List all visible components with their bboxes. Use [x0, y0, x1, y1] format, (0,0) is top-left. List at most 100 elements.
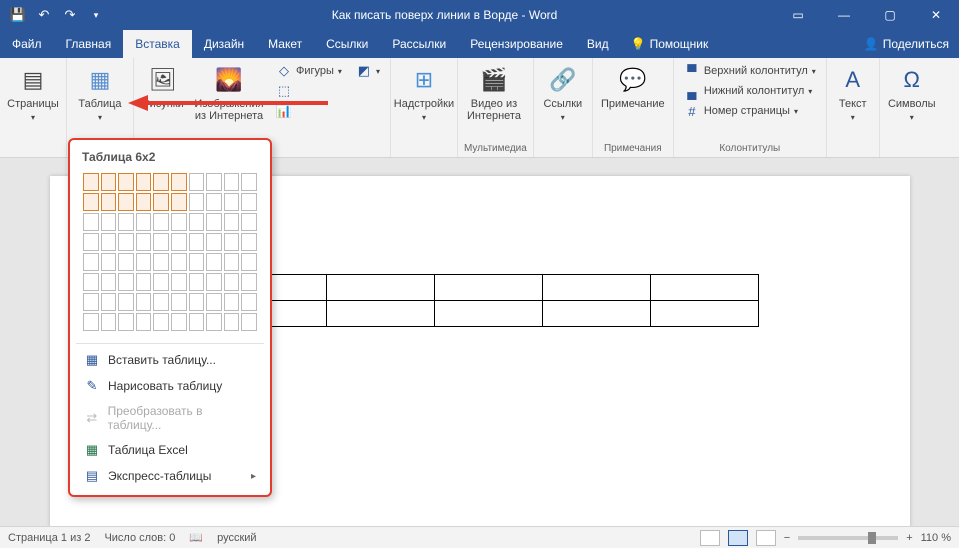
tab-file[interactable]: Файл [0, 30, 54, 58]
grid-cell[interactable] [189, 313, 205, 331]
grid-cell[interactable] [189, 273, 205, 291]
grid-cell[interactable] [118, 173, 134, 191]
grid-cell[interactable] [118, 213, 134, 231]
grid-cell[interactable] [118, 273, 134, 291]
grid-cell[interactable] [206, 313, 222, 331]
grid-cell[interactable] [83, 273, 99, 291]
links-button[interactable]: 🔗 Ссылки ▾ [538, 60, 588, 157]
grid-cell[interactable] [83, 173, 99, 191]
grid-cell[interactable] [136, 233, 152, 251]
minimize-icon[interactable]: — [821, 0, 867, 30]
language-indicator[interactable]: русский [217, 532, 256, 544]
grid-cell[interactable] [153, 193, 169, 211]
grid-cell[interactable] [118, 233, 134, 251]
grid-cell[interactable] [83, 253, 99, 271]
save-icon[interactable]: 💾 [6, 3, 30, 27]
ribbon-options-icon[interactable]: ▭ [775, 0, 821, 30]
footer-button[interactable]: ▄Нижний колонтитул▾ [682, 82, 818, 100]
grid-cell[interactable] [224, 313, 240, 331]
tell-me[interactable]: 💡 Помощник [621, 30, 719, 58]
grid-cell[interactable] [241, 233, 257, 251]
view-print-button[interactable] [728, 530, 748, 546]
grid-cell[interactable] [101, 293, 117, 311]
grid-cell[interactable] [241, 253, 257, 271]
grid-cell[interactable] [136, 213, 152, 231]
grid-cell[interactable] [136, 293, 152, 311]
grid-cell[interactable] [83, 193, 99, 211]
grid-cell[interactable] [171, 293, 187, 311]
tab-mailings[interactable]: Рассылки [380, 30, 458, 58]
grid-cell[interactable] [101, 193, 117, 211]
grid-cell[interactable] [206, 293, 222, 311]
draw-table-item[interactable]: ✎ Нарисовать таблицу [76, 373, 264, 399]
grid-cell[interactable] [224, 213, 240, 231]
smartart-button[interactable]: ⬚ [274, 82, 344, 100]
grid-cell[interactable] [153, 313, 169, 331]
zoom-slider[interactable] [798, 536, 898, 540]
online-video-button[interactable]: 🎬 Видео из Интернета [462, 60, 526, 141]
header-button[interactable]: ▀Верхний колонтитул▾ [682, 62, 818, 80]
grid-cell[interactable] [136, 273, 152, 291]
grid-cell[interactable] [189, 173, 205, 191]
grid-cell[interactable] [224, 293, 240, 311]
grid-cell[interactable] [101, 173, 117, 191]
share-button[interactable]: 👤 Поделиться [854, 30, 959, 58]
grid-cell[interactable] [189, 213, 205, 231]
tab-home[interactable]: Главная [54, 30, 124, 58]
grid-cell[interactable] [153, 293, 169, 311]
grid-cell[interactable] [224, 273, 240, 291]
grid-cell[interactable] [83, 313, 99, 331]
grid-cell[interactable] [171, 313, 187, 331]
grid-cell[interactable] [206, 193, 222, 211]
grid-cell[interactable] [224, 193, 240, 211]
grid-cell[interactable] [206, 173, 222, 191]
grid-cell[interactable] [118, 293, 134, 311]
tab-references[interactable]: Ссылки [314, 30, 380, 58]
grid-cell[interactable] [189, 193, 205, 211]
redo-icon[interactable]: ↷ [58, 3, 82, 27]
quick-tables-item[interactable]: ▤ Экспресс-таблицы ▸ [76, 463, 264, 489]
grid-cell[interactable] [171, 273, 187, 291]
close-icon[interactable]: ✕ [913, 0, 959, 30]
pagenum-button[interactable]: #Номер страницы▾ [682, 102, 818, 120]
tab-view[interactable]: Вид [575, 30, 621, 58]
tab-design[interactable]: Дизайн [192, 30, 256, 58]
grid-cell[interactable] [189, 253, 205, 271]
pages-button[interactable]: ▤ Страницы ▾ [4, 60, 62, 157]
zoom-out-icon[interactable]: − [784, 532, 790, 544]
tab-insert[interactable]: Вставка [123, 30, 192, 58]
grid-cell[interactable] [83, 233, 99, 251]
grid-cell[interactable] [241, 293, 257, 311]
grid-cell[interactable] [136, 253, 152, 271]
symbols-button[interactable]: Ω Символы ▾ [884, 60, 940, 157]
grid-cell[interactable] [189, 293, 205, 311]
grid-cell[interactable] [83, 293, 99, 311]
spellcheck-icon[interactable]: 📖 [189, 531, 203, 544]
grid-cell[interactable] [241, 273, 257, 291]
view-read-button[interactable] [700, 530, 720, 546]
qat-dropdown-icon[interactable]: ▾ [84, 3, 108, 27]
grid-cell[interactable] [101, 253, 117, 271]
grid-cell[interactable] [206, 213, 222, 231]
grid-cell[interactable] [224, 173, 240, 191]
tab-layout[interactable]: Макет [256, 30, 314, 58]
grid-cell[interactable] [118, 253, 134, 271]
grid-cell[interactable] [224, 253, 240, 271]
excel-table-item[interactable]: ▦ Таблица Excel [76, 437, 264, 463]
grid-cell[interactable] [206, 233, 222, 251]
grid-cell[interactable] [241, 193, 257, 211]
insert-table-grid[interactable] [76, 168, 264, 340]
insert-table-item[interactable]: ▦ Вставить таблицу... [76, 347, 264, 373]
grid-cell[interactable] [153, 273, 169, 291]
grid-cell[interactable] [136, 313, 152, 331]
zoom-in-icon[interactable]: + [906, 532, 912, 544]
grid-cell[interactable] [101, 273, 117, 291]
word-count[interactable]: Число слов: 0 [104, 532, 175, 544]
comment-button[interactable]: 💬 Примечание [597, 60, 669, 141]
grid-cell[interactable] [171, 213, 187, 231]
grid-cell[interactable] [206, 273, 222, 291]
grid-cell[interactable] [241, 173, 257, 191]
grid-cell[interactable] [83, 213, 99, 231]
grid-cell[interactable] [136, 173, 152, 191]
grid-cell[interactable] [171, 173, 187, 191]
